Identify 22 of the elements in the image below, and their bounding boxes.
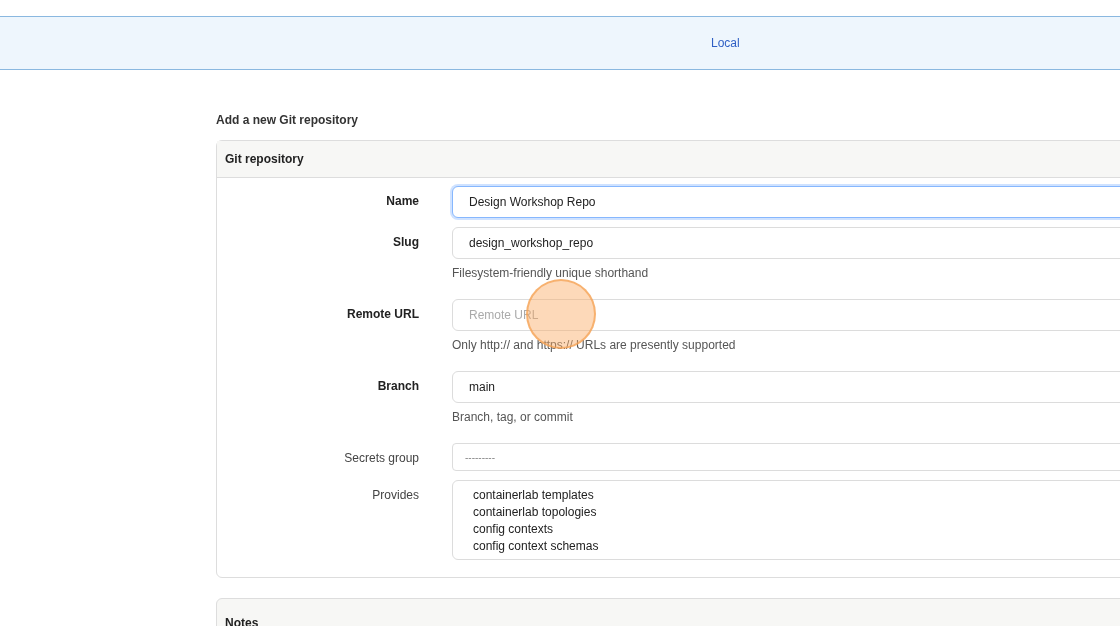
text-field[interactable]: Design Workshop Repo xyxy=(452,186,1120,218)
list-option[interactable]: config context schemas xyxy=(473,538,1120,555)
help-text: Only http:// and https:// URLs are presently supported xyxy=(452,338,737,352)
text-field[interactable]: main xyxy=(452,371,1120,403)
field-label: Branch xyxy=(377,379,419,395)
list-option[interactable]: config contexts xyxy=(473,521,1120,538)
field-label: Slug xyxy=(393,235,419,251)
multi-select-list[interactable]: containerlab templates containerlab topologies config contexts config context schemas xyxy=(452,480,1120,560)
help-text: Filesystem-friendly unique shorthand xyxy=(452,266,650,280)
card-title: Git repository xyxy=(225,151,304,168)
field-label: Secrets group xyxy=(344,451,419,467)
field-label: Name xyxy=(386,194,419,210)
text-field[interactable]: Remote URL xyxy=(452,299,1120,331)
select-field[interactable]: --------- xyxy=(452,443,1120,471)
help-text: Branch, tag, or commit xyxy=(452,410,574,424)
list-option[interactable]: containerlab templates xyxy=(473,487,1120,504)
page-title: Add a new Git repository xyxy=(216,113,360,127)
text-field[interactable]: design_workshop_repo xyxy=(452,227,1120,259)
field-label: Provides xyxy=(372,488,419,504)
field-label: Remote URL xyxy=(347,307,419,323)
tab[interactable]: Local xyxy=(711,34,740,52)
list-option[interactable]: containerlab topologies xyxy=(473,504,1120,521)
